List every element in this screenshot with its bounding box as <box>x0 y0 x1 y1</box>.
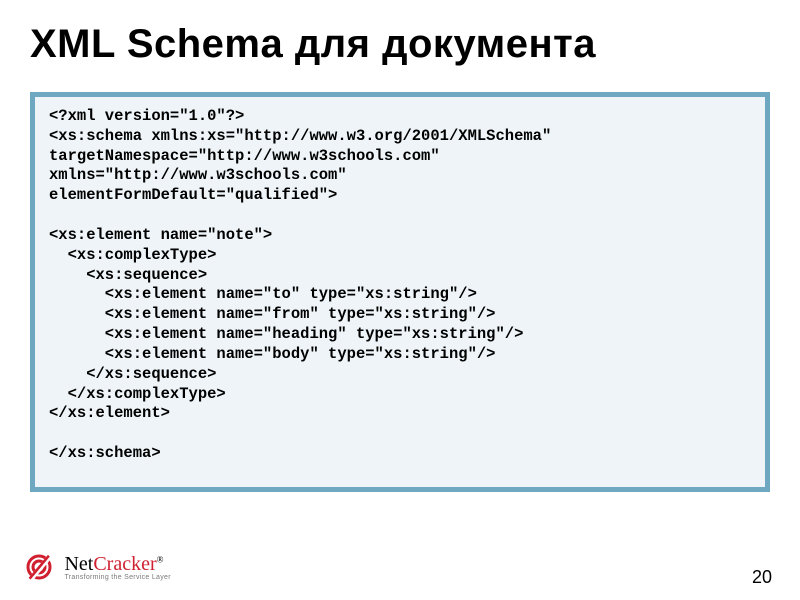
slide-footer: NetCracker® Transforming the Service Lay… <box>20 538 780 588</box>
brand-tagline: Transforming the Service Layer <box>64 574 170 581</box>
code-line: <xs:element name="heading" type="xs:stri… <box>49 325 523 343</box>
brand-logo: NetCracker® Transforming the Service Lay… <box>24 552 171 588</box>
code-line: </xs:sequence> <box>49 365 216 383</box>
code-line: <xs:complexType> <box>49 246 216 264</box>
slide: XML Schema для документа <?xml version="… <box>0 0 800 600</box>
logo-mark-icon <box>24 552 54 582</box>
brand-text: NetCracker® Transforming the Service Lay… <box>64 553 170 581</box>
code-line: </xs:schema> <box>49 444 161 462</box>
code-line: <?xml version="1.0"?> <box>49 107 244 125</box>
code-line: </xs:complexType> <box>49 385 226 403</box>
page-number: 20 <box>752 567 772 588</box>
code-line: elementFormDefault="qualified"> <box>49 186 337 204</box>
slide-title: XML Schema для документа <box>30 22 596 67</box>
code-line: <xs:sequence> <box>49 266 207 284</box>
code-line: <xs:schema xmlns:xs="http://www.w3.org/2… <box>49 127 551 145</box>
code-line: <xs:element name="body" type="xs:string"… <box>49 345 495 363</box>
code-line: targetNamespace="http://www.w3schools.co… <box>49 147 440 165</box>
code-line: xmlns="http://www.w3schools.com" <box>49 166 347 184</box>
code-line: <xs:element name="to" type="xs:string"/> <box>49 285 477 303</box>
code-line: <xs:element name="note"> <box>49 226 272 244</box>
code-line: <xs:element name="from" type="xs:string"… <box>49 305 495 323</box>
code-line: </xs:element> <box>49 404 170 422</box>
code-block: <?xml version="1.0"?> <xs:schema xmlns:x… <box>30 92 770 492</box>
brand-name: NetCracker® <box>64 553 170 576</box>
